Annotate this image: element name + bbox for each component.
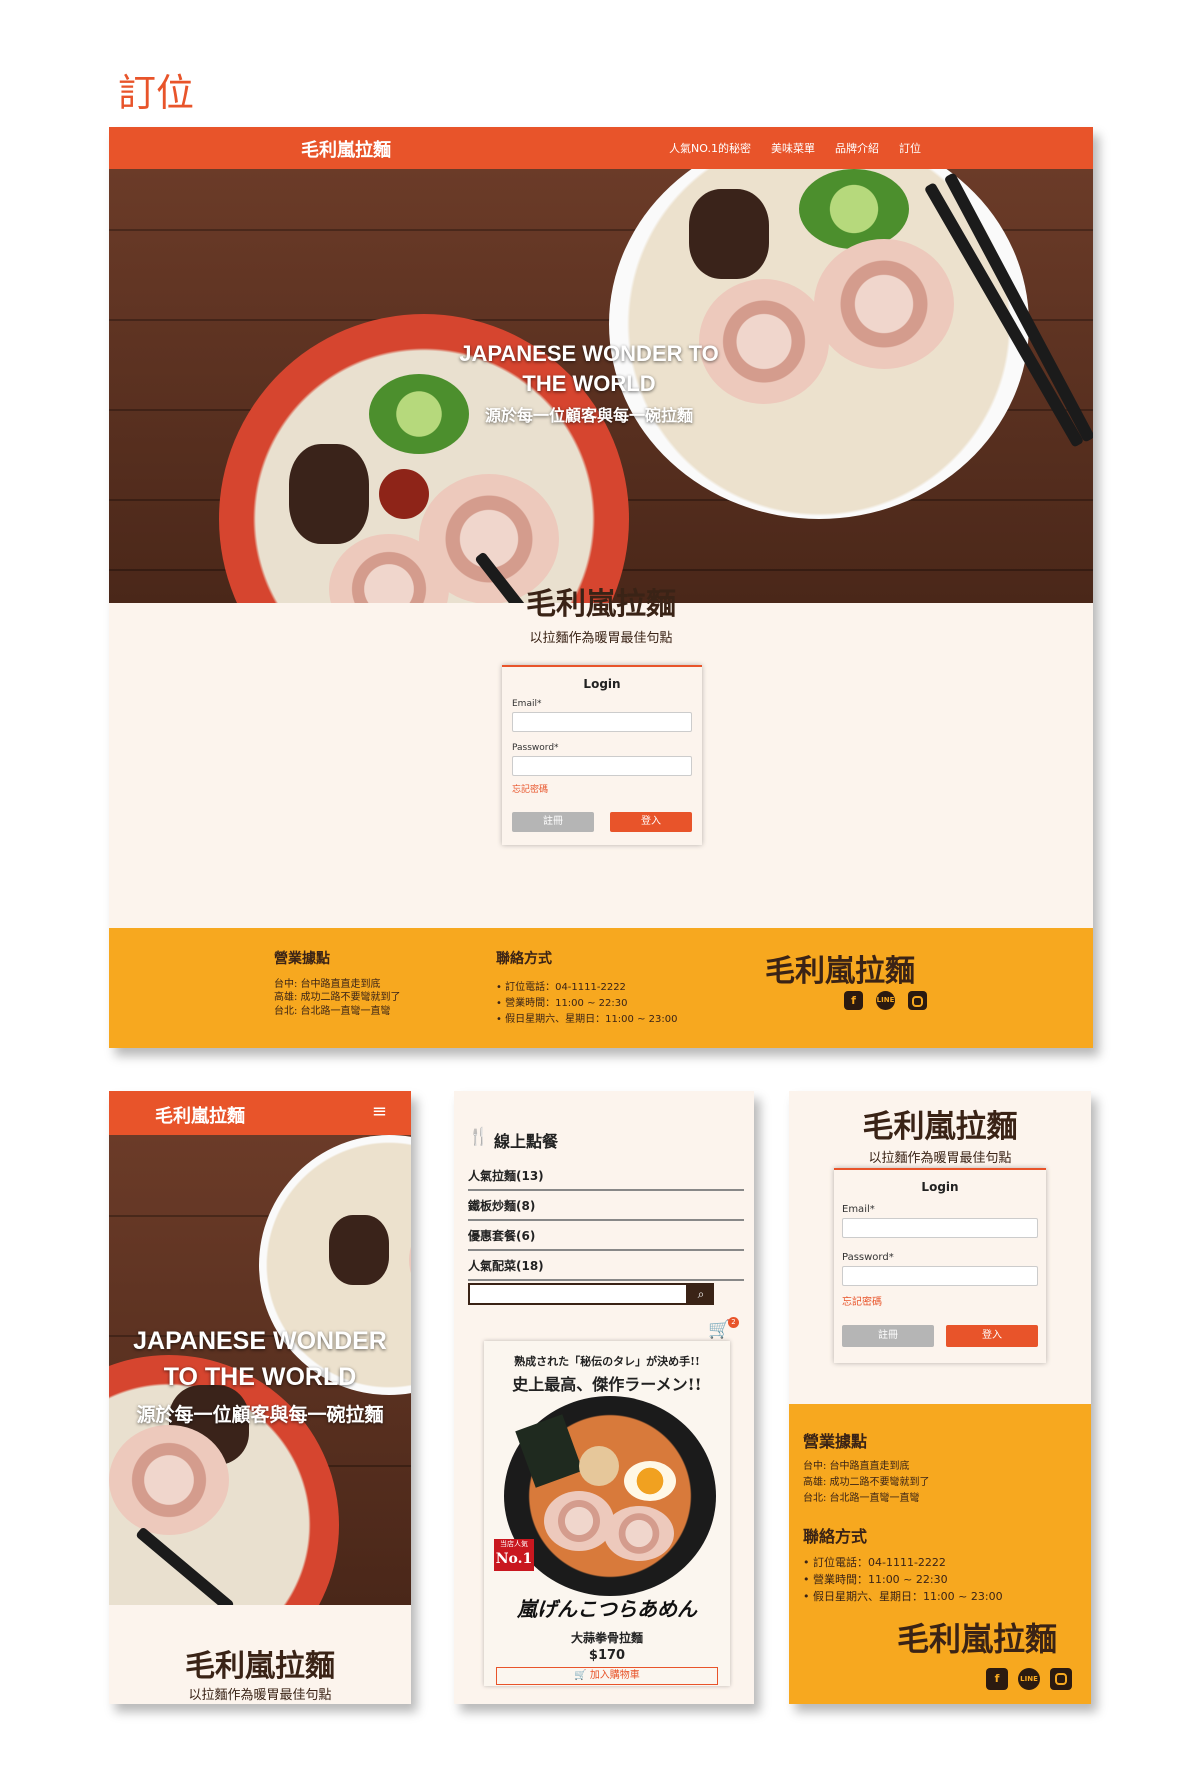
- mobile-register-button[interactable]: 註冊: [842, 1325, 934, 1347]
- mobile-footer-location: 高雄: 成功二路不要彎就到了: [803, 1477, 930, 1488]
- poster-subheadline: 史上最高、傑作ラーメン!!: [512, 1375, 702, 1394]
- cart-count-badge: 2: [728, 1317, 739, 1328]
- password-label: Password*: [512, 743, 559, 753]
- mobile-footer-location: 台中: 台中路直直走到底: [803, 1461, 910, 1472]
- mobile-forgot-password-link[interactable]: 忘記密碼: [842, 1293, 882, 1308]
- poster-badge: 当店人気 No.1: [494, 1539, 534, 1571]
- hero-title-line2: THE WORLD: [522, 371, 656, 396]
- mobile-order-mockup: 🍴 線上點餐 人氣拉麵(13) 鐵板炒麵(8) 優惠套餐(6) 人氣配菜(18)…: [454, 1091, 754, 1704]
- mobile-password-label: Password*: [842, 1252, 894, 1263]
- mobile-brand-logo[interactable]: 毛利嵐拉麵: [155, 1102, 245, 1128]
- add-to-cart-label: 加入購物車: [589, 1670, 640, 1681]
- ramen-bowl-image: [504, 1396, 716, 1596]
- poster-headline: 熟成された「秘伝のタレ」が決め手!!: [514, 1355, 700, 1368]
- mobile-home-mockup: 毛利嵐拉麵 ≡ JAPANESE WONDER TO THE WORLD 源於每…: [109, 1091, 411, 1704]
- mobile-footer-contact: • 訂位電話：04-1111-2222: [803, 1556, 946, 1569]
- mobile-top-bar: 毛利嵐拉麵 ≡: [109, 1091, 411, 1135]
- search-input[interactable]: [468, 1283, 688, 1305]
- mobile-footer-contact: • 假日星期六、星期日：11:00 ~ 23:00: [803, 1590, 1003, 1603]
- password-field[interactable]: [512, 756, 692, 776]
- add-to-cart-button[interactable]: 🛒 加入購物車: [496, 1667, 718, 1685]
- search-button[interactable]: ⌕: [688, 1283, 714, 1305]
- footer-location: 台北: 台北路一直彎一直彎: [274, 1006, 391, 1017]
- mobile-section-title: 毛利嵐拉麵: [185, 1649, 335, 1684]
- mobile-login-mockup: 毛利嵐拉麵 以拉麵作為暖胃最佳句點 Login Email* Password*…: [789, 1091, 1091, 1704]
- mobile-footer-contact-title: 聯絡方式: [803, 1527, 868, 1546]
- footer-contact: • 假日星期六、星期日：11:00 ~ 23:00: [496, 1014, 678, 1025]
- forgot-password-link[interactable]: 忘記密碼: [512, 782, 548, 795]
- footer-contact: • 訂位電話：04-1111-2222: [496, 982, 626, 993]
- mobile3-tagline: 以拉麵作為暖胃最佳句點: [868, 1151, 1012, 1166]
- instagram-icon[interactable]: [1050, 1668, 1072, 1690]
- top-nav-bar: 毛利嵐拉麵 人氣NO.1的秘密 美味菜單 品牌介紹 訂位: [109, 127, 1093, 169]
- hero-title-line1: JAPANESE WONDER TO: [459, 341, 719, 366]
- login-button[interactable]: 登入: [610, 812, 692, 832]
- footer-contact: • 營業時間：11:00 ~ 22:30: [496, 998, 628, 1009]
- instagram-icon[interactable]: [908, 991, 927, 1010]
- email-label: Email*: [512, 699, 542, 709]
- brand-logo[interactable]: 毛利嵐拉麵: [301, 136, 391, 162]
- section-tagline: 以拉麵作為暖胃最佳句點: [529, 631, 673, 646]
- mobile-hero-title-line2: TO THE WORLD: [163, 1363, 357, 1391]
- poster-brand-calligraphy: 嵐げんこつらあめん: [517, 1597, 697, 1621]
- order-title: 線上點餐: [494, 1132, 559, 1151]
- facebook-icon[interactable]: f: [844, 991, 863, 1010]
- section-brand-title: 毛利嵐拉麵: [526, 587, 676, 622]
- mobile-hero-banner: JAPANESE WONDER TO THE WORLD 源於每一位顧客與每一碗…: [109, 1135, 411, 1605]
- mobile-footer-brand: 毛利嵐拉麵: [897, 1620, 1058, 1658]
- footer-contact-title: 聯絡方式: [496, 951, 552, 967]
- category-combo-set[interactable]: 優惠套餐(6): [468, 1227, 744, 1251]
- nav-item-brand[interactable]: 品牌介紹: [835, 140, 879, 156]
- mobile-login-card: Login Email* Password* 忘記密碼 註冊 登入: [834, 1168, 1046, 1363]
- mobile-password-field[interactable]: [842, 1266, 1038, 1286]
- footer-brand: 毛利嵐拉麵: [765, 954, 915, 989]
- nav-item-booking[interactable]: 訂位: [899, 140, 921, 156]
- mobile-footer-contact: • 營業時間：11:00 ~ 22:30: [803, 1573, 948, 1586]
- mobile-hero-subtitle: 源於每一位顧客與每一碗拉麵: [136, 1404, 384, 1426]
- footer-location: 高雄: 成功二路不要彎就到了: [274, 992, 401, 1003]
- mobile-login-title: Login: [921, 1180, 959, 1194]
- category-teppan-noodles[interactable]: 鐵板炒麵(8): [468, 1197, 744, 1221]
- utensils-icon: 🍴: [468, 1127, 490, 1147]
- mobile-email-label: Email*: [842, 1204, 875, 1215]
- line-icon[interactable]: LINE: [876, 991, 895, 1010]
- login-card: Login Email* Password* 忘記密碼 註冊 登入: [502, 665, 702, 845]
- register-button[interactable]: 註冊: [512, 812, 594, 832]
- hamburger-menu-icon[interactable]: ≡: [372, 1101, 387, 1122]
- product-price: $170: [588, 1648, 626, 1663]
- hero-banner: JAPANESE WONDER TO THE WORLD 源於每一位顧客與每一碗…: [109, 169, 1093, 603]
- login-title: Login: [583, 677, 621, 691]
- mobile-footer-locations-title: 營業據點: [803, 1432, 868, 1451]
- mobile3-brand-title: 毛利嵐拉麵: [862, 1109, 1018, 1145]
- category-popular-ramen[interactable]: 人氣拉麵(13): [468, 1167, 744, 1191]
- email-field[interactable]: [512, 712, 692, 732]
- site-footer: 營業據點 台中: 台中路直直走到底 高雄: 成功二路不要彎就到了 台北: 台北路…: [109, 928, 1093, 1048]
- page-title: 訂位: [118, 71, 195, 115]
- mobile-section-tagline: 以拉麵作為暖胃最佳句點: [188, 1688, 332, 1703]
- product-card: 熟成された「秘伝のタレ」が決め手!! 史上最高、傑作ラーメン!! 当店人気 No…: [484, 1341, 730, 1686]
- main-nav: 人氣NO.1的秘密 美味菜單 品牌介紹 訂位: [669, 140, 921, 156]
- mobile-footer-location: 台北: 台北路一直彎一直彎: [803, 1493, 920, 1504]
- facebook-icon[interactable]: f: [986, 1668, 1008, 1690]
- product-name: 大蒜拳骨拉麵: [570, 1631, 643, 1645]
- cart-small-icon: 🛒: [574, 1670, 590, 1681]
- hero-subtitle: 源於每一位顧客與每一碗拉麵: [484, 406, 693, 425]
- footer-locations-title: 營業據點: [274, 951, 330, 967]
- mobile-footer: 營業據點 台中: 台中路直直走到底 高雄: 成功二路不要彎就到了 台北: 台北路…: [789, 1404, 1091, 1704]
- nav-item-secret[interactable]: 人氣NO.1的秘密: [669, 140, 751, 156]
- mobile-email-field[interactable]: [842, 1218, 1038, 1238]
- category-side-dishes[interactable]: 人氣配菜(18): [468, 1257, 744, 1281]
- mobile-hero-title-line1: JAPANESE WONDER: [133, 1327, 387, 1355]
- nav-item-menu[interactable]: 美味菜單: [771, 140, 815, 156]
- desktop-mockup: 毛利嵐拉麵 人氣NO.1的秘密 美味菜單 品牌介紹 訂位 JAPANESE WO…: [109, 127, 1093, 1048]
- mobile-login-button[interactable]: 登入: [946, 1325, 1038, 1347]
- line-icon[interactable]: LINE: [1018, 1668, 1040, 1690]
